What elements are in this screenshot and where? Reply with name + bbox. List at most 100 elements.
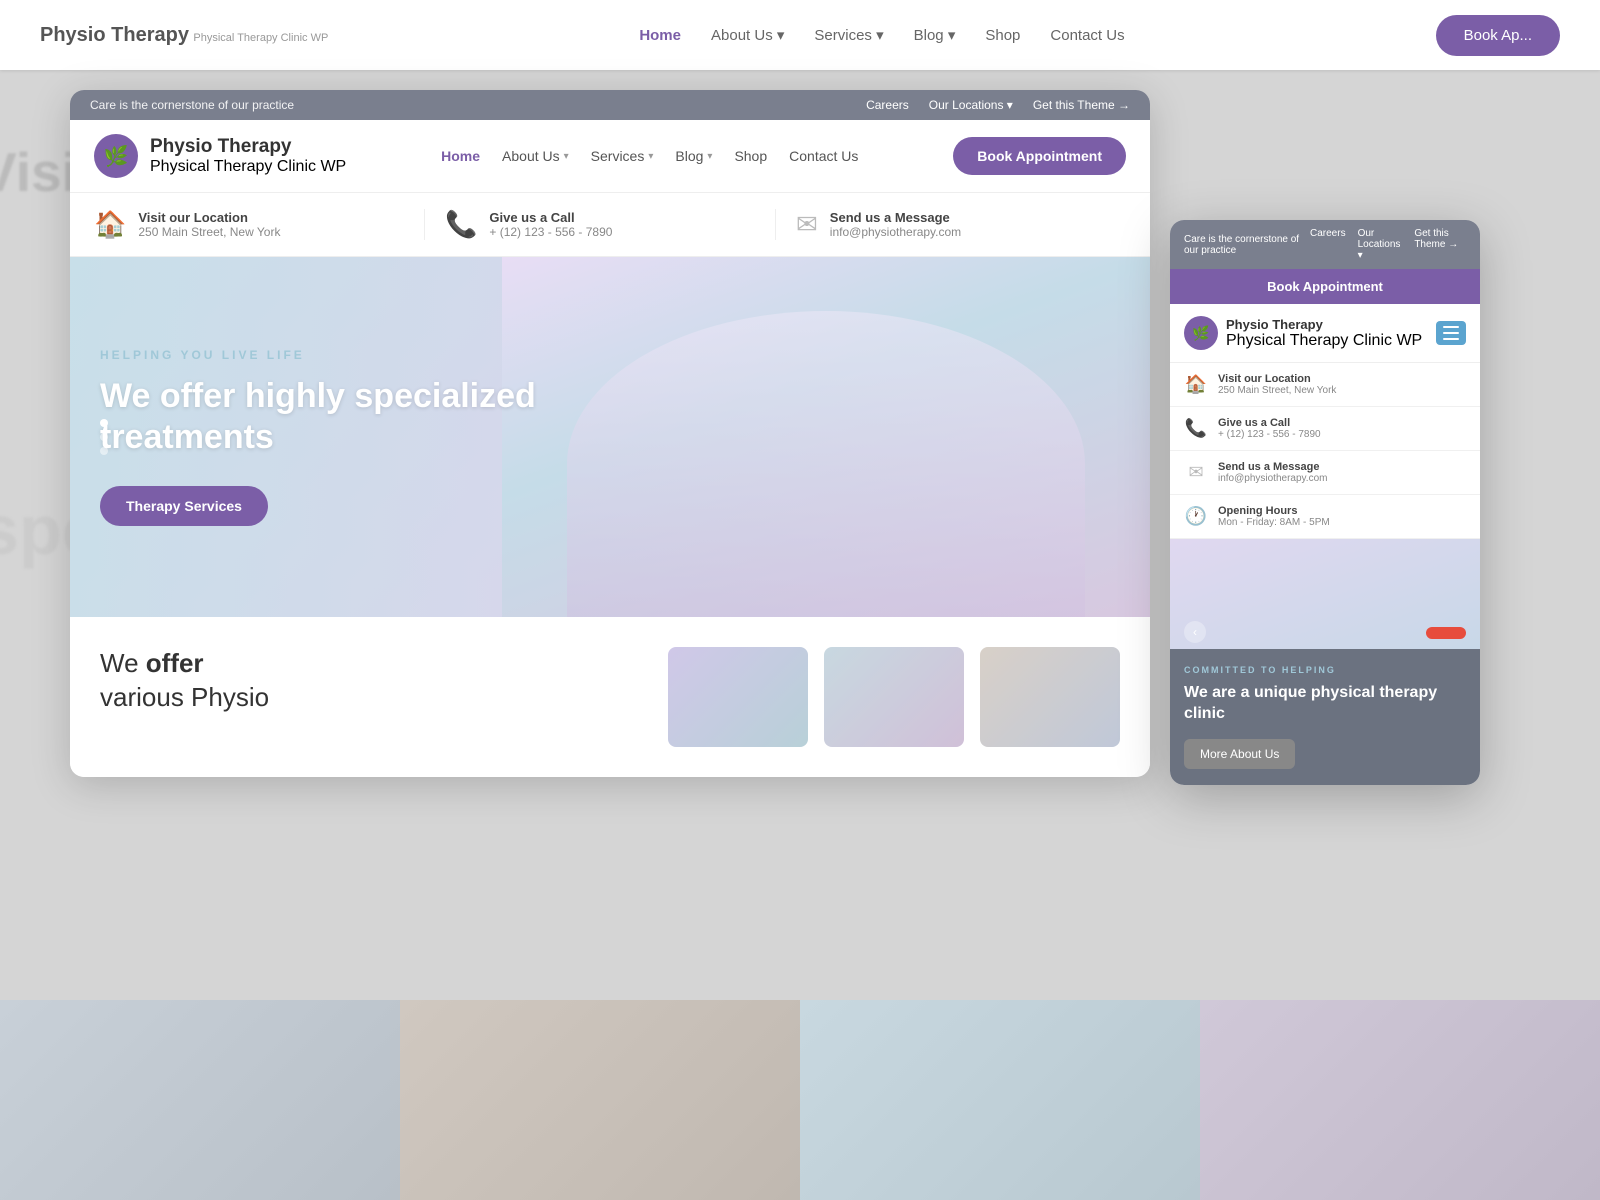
location-text: Visit our Location 250 Main Street, New …: [138, 210, 280, 239]
bg-book-button[interactable]: Book Ap...: [1436, 15, 1560, 56]
mobile-email-icon: ✉: [1184, 462, 1208, 483]
nav-brand-text: Physio Therapy Physical Therapy Clinic W…: [150, 136, 346, 176]
email-title: Send us a Message: [830, 210, 961, 225]
nav-links: Home About Us ▾ Services ▾ Blog ▾ Shop C…: [441, 148, 858, 164]
mobile-bottom-section: COMMITTED TO HELPING We are a unique phy…: [1170, 649, 1480, 785]
mobile-email-sub: info@physiotherapy.com: [1218, 473, 1327, 484]
mobile-info-email: ✉ Send us a Message info@physiotherapy.c…: [1170, 451, 1480, 495]
bg-nav-about[interactable]: About Us ▾: [711, 26, 784, 44]
bg-nav-shop[interactable]: Shop: [985, 27, 1020, 44]
nav-about[interactable]: About Us ▾: [502, 148, 569, 164]
mobile-card: Care is the cornerstone of our practice …: [1170, 220, 1480, 785]
mobile-committed-label: COMMITTED TO HELPING: [1184, 665, 1466, 675]
hero-section: HELPING YOU LIVE LIFE We offer highly sp…: [70, 257, 1150, 617]
phone-text: Give us a Call + (12) 123 - 556 - 7890: [489, 210, 612, 239]
mobile-phone-sub: + (12) 123 - 556 - 7890: [1218, 429, 1321, 440]
mobile-phone-text: Give us a Call + (12) 123 - 556 - 7890: [1218, 417, 1321, 440]
location-sub: 250 Main Street, New York: [138, 225, 280, 239]
nav-home[interactable]: Home: [441, 148, 480, 164]
nav-blog[interactable]: Blog ▾: [675, 148, 712, 164]
bg-brand-tagline: Physical Therapy Clinic WP: [193, 32, 328, 44]
offer-text: We offer various Physio: [100, 647, 638, 715]
services-chevron: ▾: [648, 151, 653, 162]
mobile-top-bar: Care is the cornerstone of our practice …: [1170, 220, 1480, 269]
mobile-brand-name: Physio Therapy: [1226, 317, 1422, 332]
mobile-email-title: Send us a Message: [1218, 461, 1327, 473]
mobile-info-phone: 📞 Give us a Call + (12) 123 - 556 - 7890: [1170, 407, 1480, 451]
nav-logo: 🌿: [94, 134, 138, 178]
offer-subtitle: various Physio: [100, 682, 269, 712]
mobile-top-message: Care is the cornerstone of our practice: [1184, 234, 1310, 256]
bg-nav-contact[interactable]: Contact Us: [1050, 27, 1124, 44]
mobile-email-text: Send us a Message info@physiotherapy.com: [1218, 461, 1327, 484]
about-chevron: ▾: [564, 151, 569, 162]
info-phone: 📞 Give us a Call + (12) 123 - 556 - 7890: [425, 209, 776, 240]
hero-content: HELPING YOU LIVE LIFE We offer highly sp…: [70, 257, 664, 617]
slide-dot-1[interactable]: [100, 419, 108, 427]
mobile-location-sub: 250 Main Street, New York: [1218, 385, 1336, 396]
brand-name: Physio Therapy: [150, 136, 346, 158]
therapy-services-button[interactable]: Therapy Services: [100, 486, 268, 526]
blog-chevron: ▾: [707, 151, 712, 162]
bg-img-4: [1200, 1000, 1600, 1200]
mobile-slide-prev[interactable]: ‹: [1184, 621, 1206, 643]
mobile-hours-text: Opening Hours Mon - Friday: 8AM - 5PM: [1218, 505, 1330, 528]
location-icon: 🏠: [94, 209, 126, 240]
main-desktop-card: Care is the cornerstone of our practice …: [70, 90, 1150, 777]
top-bar-theme[interactable]: Get this Theme →: [1033, 98, 1130, 112]
bg-nav-home[interactable]: Home: [639, 27, 681, 44]
nav-shop[interactable]: Shop: [734, 148, 767, 164]
email-icon: ✉: [796, 209, 818, 240]
logo-icon: 🌿: [104, 144, 129, 169]
bg-nav-services[interactable]: Services ▾: [814, 26, 883, 44]
phone-title: Give us a Call: [489, 210, 612, 225]
below-hero-section: We offer various Physio: [70, 617, 1150, 777]
bg-nav-blog[interactable]: Blog ▾: [914, 26, 956, 44]
bg-img-3: [800, 1000, 1200, 1200]
info-email: ✉ Send us a Message info@physiotherapy.c…: [776, 209, 1126, 240]
offer-img-3: [980, 647, 1120, 747]
offer-title: We offer various Physio: [100, 647, 638, 715]
slide-dot-3[interactable]: [100, 447, 108, 455]
hamburger-line-2: [1443, 332, 1459, 334]
book-appointment-button[interactable]: Book Appointment: [953, 137, 1126, 175]
mobile-clock-icon: 🕐: [1184, 506, 1208, 527]
mobile-theme[interactable]: Get this Theme →: [1414, 228, 1466, 261]
bg-brand-name: Physio Therapy: [40, 24, 189, 46]
phone-icon: 📞: [445, 209, 477, 240]
mobile-info-hours: 🕐 Opening Hours Mon - Friday: 8AM - 5PM: [1170, 495, 1480, 539]
phone-sub: + (12) 123 - 556 - 7890: [489, 225, 612, 239]
bg-bottom-images: [0, 1000, 1600, 1200]
brand-tagline: Physical Therapy Clinic WP: [150, 158, 346, 175]
mobile-locations[interactable]: Our Locations ▾: [1358, 228, 1403, 261]
bg-nav-links: Home About Us ▾ Services ▾ Blog ▾ Shop C…: [639, 26, 1124, 44]
nav-brand: 🌿 Physio Therapy Physical Therapy Clinic…: [94, 134, 346, 178]
mobile-more-button[interactable]: More About Us: [1184, 739, 1295, 769]
mobile-phone-icon: 📞: [1184, 418, 1208, 439]
mobile-brand-tagline: Physical Therapy Clinic WP: [1226, 332, 1422, 349]
mobile-brand: 🌿 Physio Therapy Physical Therapy Clinic…: [1184, 316, 1422, 350]
mobile-hamburger[interactable]: [1436, 321, 1466, 345]
top-bar-message: Care is the cornerstone of our practice: [90, 98, 294, 112]
mobile-hero-image: ‹: [1170, 539, 1480, 649]
mobile-top-links: Careers Our Locations ▾ Get this Theme →: [1310, 228, 1466, 261]
offer-bold: offer: [146, 648, 204, 678]
bg-navbar: Physio Therapy Physical Therapy Clinic W…: [0, 0, 1600, 70]
nav-services[interactable]: Services ▾: [591, 148, 654, 164]
hamburger-line-1: [1443, 326, 1459, 328]
top-bar-locations[interactable]: Our Locations ▾: [929, 98, 1013, 112]
nav-contact[interactable]: Contact Us: [789, 148, 858, 164]
top-bar-careers[interactable]: Careers: [866, 98, 909, 112]
mobile-careers[interactable]: Careers: [1310, 228, 1346, 261]
mobile-bottom-title: We are a unique physical therapy clinic: [1184, 683, 1466, 725]
info-bar: 🏠 Visit our Location 250 Main Street, Ne…: [70, 193, 1150, 257]
mobile-location-title: Visit our Location: [1218, 373, 1336, 385]
offer-img-1: [668, 647, 808, 747]
mobile-book-button[interactable]: Book Appointment: [1170, 269, 1480, 304]
main-nav: 🌿 Physio Therapy Physical Therapy Clinic…: [70, 120, 1150, 193]
mobile-location-icon: 🏠: [1184, 374, 1208, 395]
hero-title: We offer highly specialized treatments: [100, 376, 634, 458]
email-text: Send us a Message info@physiotherapy.com: [830, 210, 961, 239]
slide-dot-2[interactable]: [100, 433, 108, 441]
email-sub: info@physiotherapy.com: [830, 225, 961, 239]
